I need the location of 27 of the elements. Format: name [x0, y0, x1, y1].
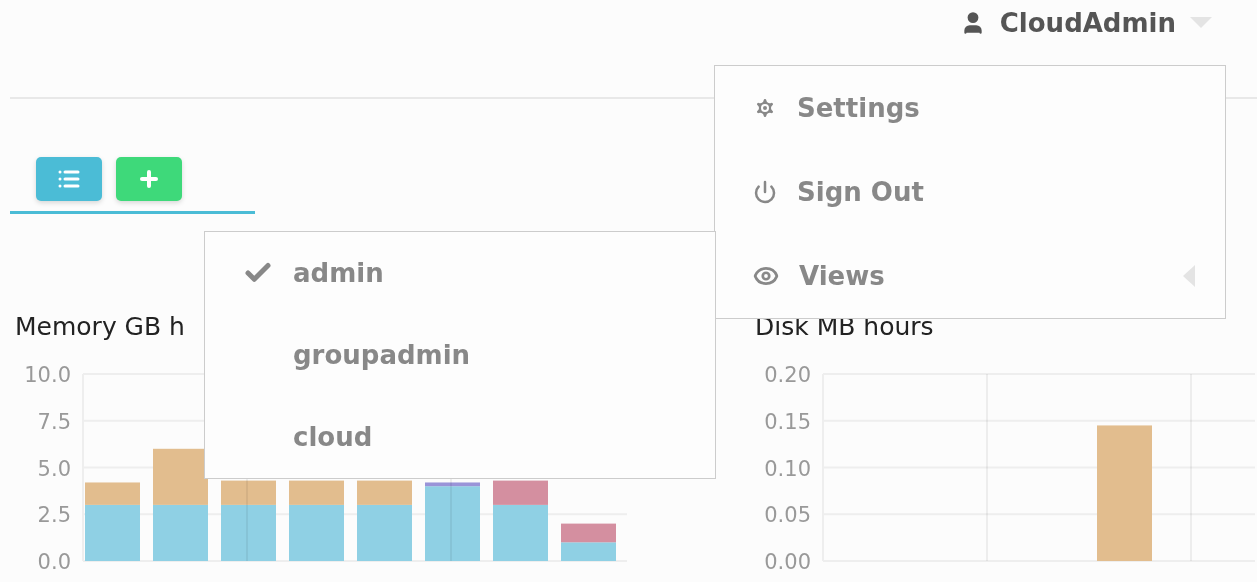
list-button[interactable]	[36, 157, 102, 201]
axis-tick-label: 0.15	[764, 409, 811, 434]
axis-tick-label: 0.05	[764, 503, 811, 528]
plus-icon	[137, 167, 161, 191]
axis-tick-label: 2.5	[37, 503, 71, 528]
bar	[561, 542, 616, 561]
view-option[interactable]: groupadmin	[205, 314, 715, 396]
axis-tick-label: 10.0	[24, 363, 71, 387]
caret-icon	[1190, 17, 1212, 29]
axis-tick-label: 0.00	[764, 550, 811, 574]
chart-title: Memory GB h	[15, 312, 185, 342]
bar	[561, 523, 616, 543]
axis-tick-label: 5.0	[37, 456, 71, 481]
axis-tick-label: 7.5	[37, 409, 71, 434]
menu-item[interactable]: Views	[715, 234, 1225, 318]
bar	[153, 504, 208, 561]
bar	[153, 448, 208, 505]
menu-item[interactable]: Settings	[715, 66, 1225, 150]
menu-item[interactable]: Sign Out	[715, 150, 1225, 234]
axis-tick-label: 0.10	[764, 456, 811, 481]
axis-tick-label: 0.20	[764, 363, 811, 387]
view-option[interactable]: cloud	[205, 396, 715, 478]
user-menu-toggle[interactable]: CloudAdmin	[959, 8, 1212, 38]
view-option[interactable]: admin	[205, 232, 715, 314]
axis-tick-label: 0.0	[37, 550, 71, 574]
power-icon	[753, 180, 777, 204]
add-button[interactable]	[116, 157, 182, 201]
